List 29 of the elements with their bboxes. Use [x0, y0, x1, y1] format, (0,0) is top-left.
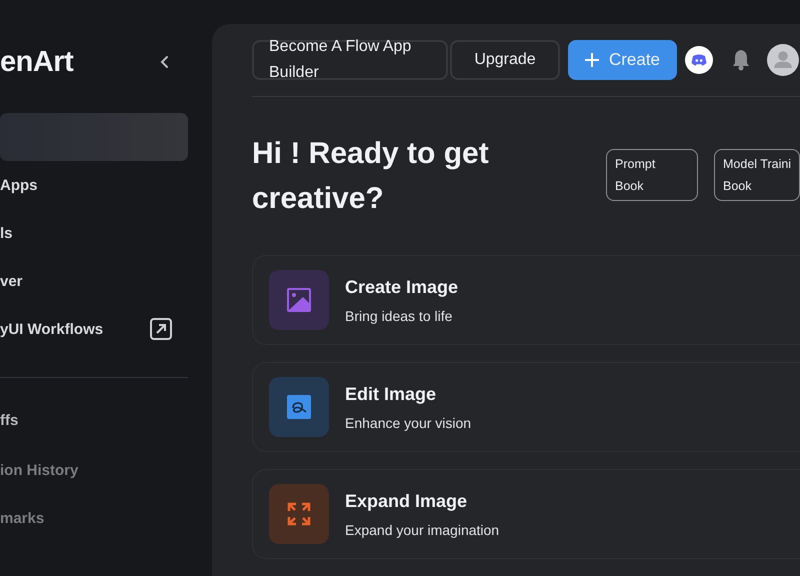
- card-title: Expand Image: [345, 490, 468, 512]
- flow-app-builder-button[interactable]: Become A Flow App Builder: [252, 40, 448, 80]
- sidebar-item[interactable]: Apps: [0, 161, 188, 209]
- avatar-icon[interactable]: [767, 44, 799, 76]
- sidebar-item[interactable]: marks: [0, 494, 212, 542]
- book-link-button[interactable]: Model Traini Book: [714, 149, 800, 201]
- sidebar-item[interactable]: yUI Workflows: [0, 305, 188, 353]
- card-title: Create Image: [345, 276, 458, 298]
- card-subtitle: Bring ideas to life: [345, 308, 454, 324]
- discord-icon[interactable]: [685, 46, 713, 74]
- upgrade-button[interactable]: Upgrade: [450, 40, 560, 80]
- card-subtitle: Enhance your vision: [345, 414, 472, 430]
- sidebar-item[interactable]: ffs: [0, 394, 212, 446]
- bell-icon[interactable]: [731, 49, 751, 71]
- sidebar-item[interactable]: ver: [0, 257, 188, 305]
- logo-text: enArt: [0, 46, 74, 78]
- feature-card[interactable]: Expand Image Expand your imagination: [252, 469, 800, 559]
- scribble-icon: [286, 394, 312, 420]
- greeting-heading: Hi ! Ready to get creative?: [252, 136, 490, 217]
- sidebar-item[interactable]: ion History: [0, 446, 212, 494]
- feature-card[interactable]: Edit Image Enhance your vision: [252, 362, 800, 452]
- card-subtitle: Expand your imagination: [345, 522, 500, 538]
- sidebar-item[interactable]: ls: [0, 209, 188, 257]
- feature-card[interactable]: Create Image Bring ideas to life: [252, 255, 800, 345]
- plus-icon: [584, 53, 599, 67]
- card-title: Edit Image: [345, 384, 438, 404]
- expand-arrows-icon: [286, 501, 312, 527]
- image-icon: [286, 287, 312, 313]
- book-link-button[interactable]: Prompt Book: [606, 149, 698, 201]
